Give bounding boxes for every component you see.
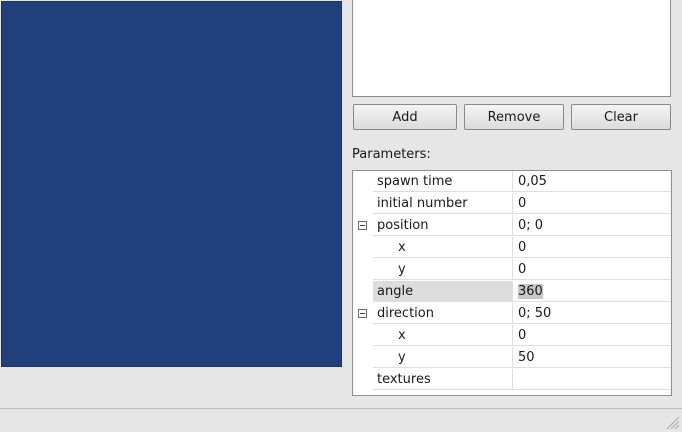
- property-value-editor[interactable]: 360: [513, 281, 671, 302]
- property-row-position-x[interactable]: x 0: [353, 237, 671, 259]
- property-row-position-y[interactable]: y 0: [353, 259, 671, 281]
- property-name: y: [373, 259, 513, 280]
- property-value[interactable]: 0: [513, 325, 671, 346]
- property-value[interactable]: 0,05: [513, 171, 671, 192]
- property-name: textures: [373, 369, 513, 390]
- size-grip-icon[interactable]: [664, 414, 680, 430]
- property-row-initial-number[interactable]: initial number 0: [353, 193, 671, 215]
- property-row-direction[interactable]: direction 0; 50: [353, 303, 671, 325]
- property-value[interactable]: 0; 50: [513, 303, 671, 324]
- property-row-spawn-time[interactable]: spawn time 0,05: [353, 171, 671, 193]
- status-bar: [0, 408, 682, 432]
- property-name: x: [373, 237, 513, 258]
- property-value[interactable]: [513, 369, 671, 390]
- property-row-direction-y[interactable]: y 50: [353, 347, 671, 369]
- parameters-label: Parameters:: [352, 147, 431, 162]
- property-row-position[interactable]: position 0; 0: [353, 215, 671, 237]
- property-name: direction: [373, 303, 513, 324]
- item-list[interactable]: [352, 0, 671, 97]
- property-value[interactable]: 0: [513, 259, 671, 280]
- property-value[interactable]: 0; 0: [513, 215, 671, 236]
- property-row-direction-x[interactable]: x 0: [353, 325, 671, 347]
- property-value-text[interactable]: 360: [518, 284, 543, 299]
- collapse-icon[interactable]: [358, 309, 367, 318]
- property-row-angle[interactable]: angle 360: [353, 281, 671, 303]
- property-row-textures[interactable]: textures: [353, 369, 671, 391]
- remove-button[interactable]: Remove: [464, 104, 564, 130]
- property-value[interactable]: 0: [513, 193, 671, 214]
- clear-button[interactable]: Clear: [571, 104, 671, 130]
- property-name: initial number: [373, 193, 513, 214]
- preview-canvas[interactable]: [1, 1, 342, 367]
- property-value[interactable]: 0: [513, 237, 671, 258]
- parameters-tree[interactable]: spawn time 0,05 initial number 0 positio…: [352, 170, 672, 396]
- property-name: x: [373, 325, 513, 346]
- property-name: spawn time: [373, 171, 513, 192]
- property-name: angle: [373, 281, 513, 302]
- add-button[interactable]: Add: [353, 104, 457, 130]
- property-value[interactable]: 50: [513, 347, 671, 368]
- property-name: position: [373, 215, 513, 236]
- collapse-icon[interactable]: [358, 221, 367, 230]
- property-name: y: [373, 347, 513, 368]
